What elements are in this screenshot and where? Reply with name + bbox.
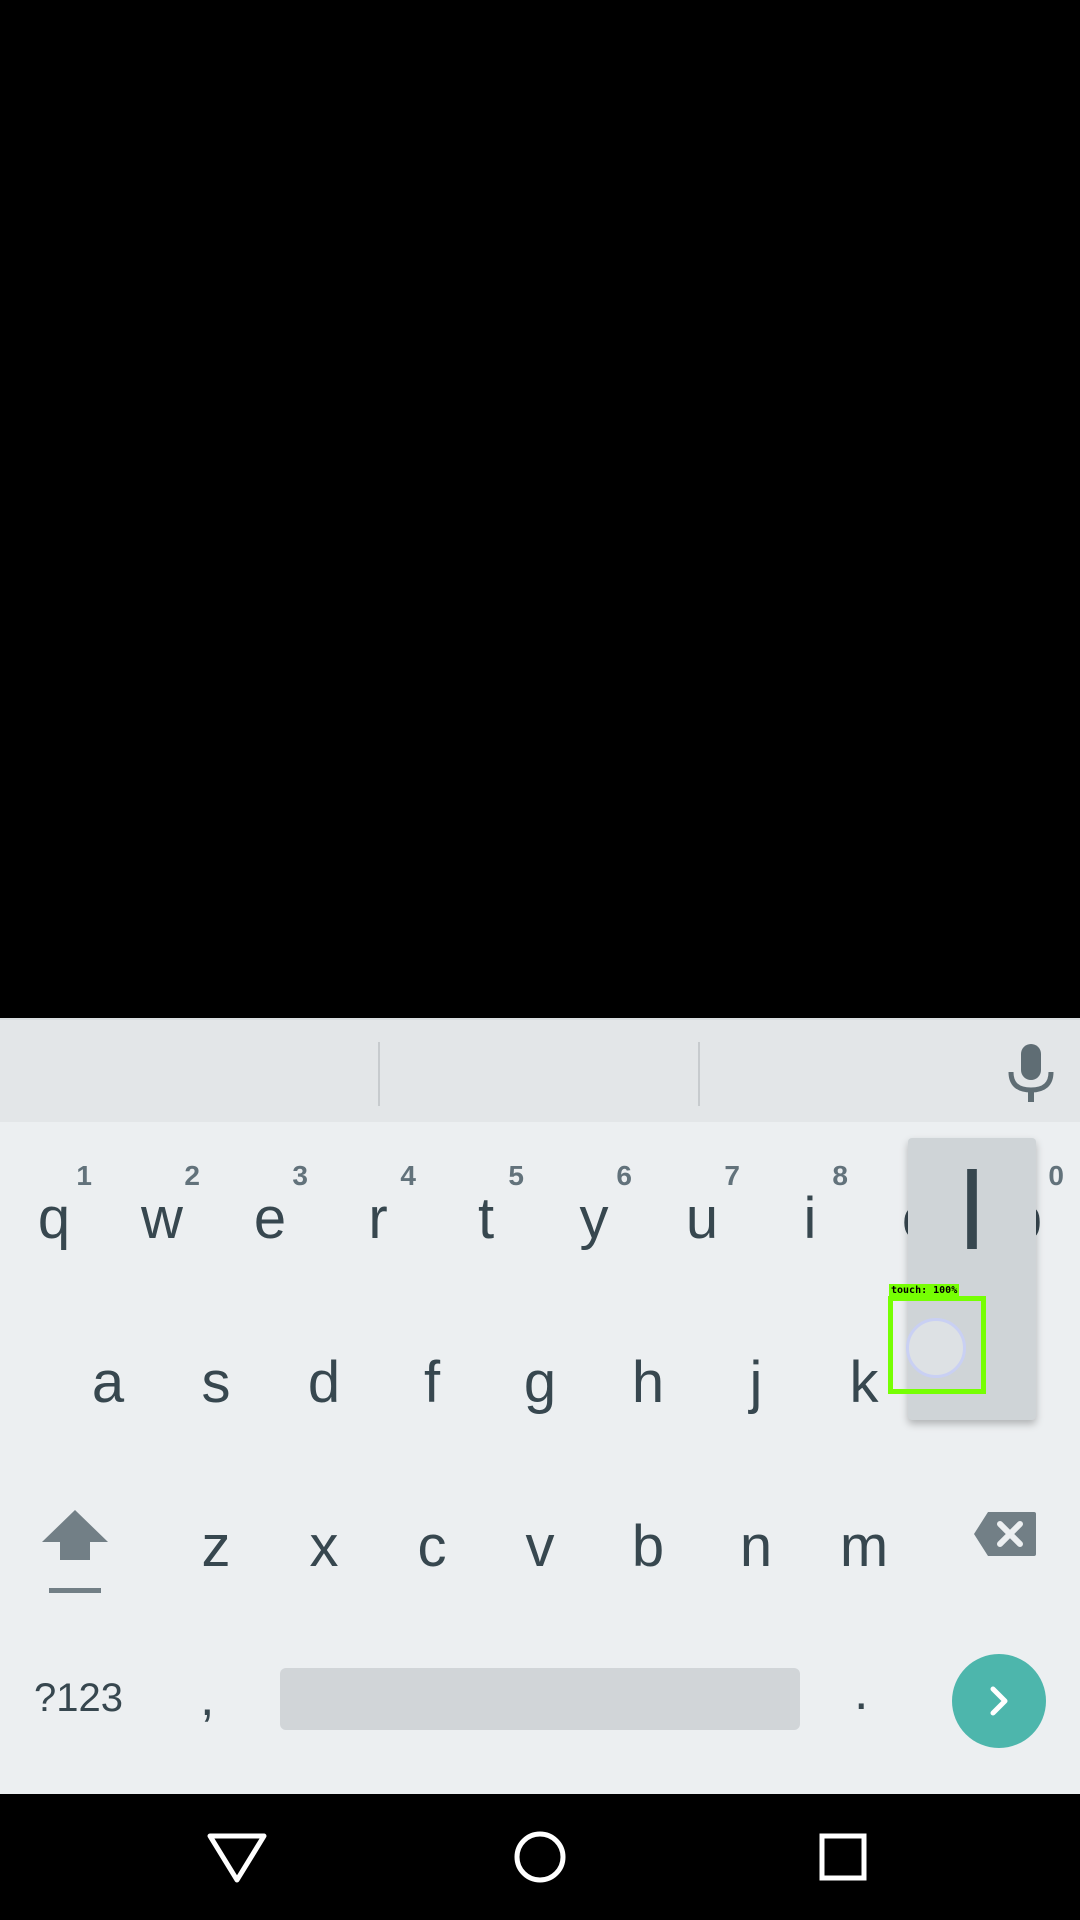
key-v[interactable]: v: [486, 1466, 594, 1616]
key-char: d: [307, 1350, 341, 1415]
key-i[interactable]: 8 i: [756, 1138, 864, 1288]
key-char: g: [523, 1350, 557, 1415]
comma-key[interactable]: ,: [200, 1668, 230, 1728]
shift-icon[interactable]: [40, 1506, 110, 1596]
key-a[interactable]: a: [54, 1302, 162, 1452]
key-t[interactable]: 5 t: [432, 1138, 540, 1288]
key-char: f: [423, 1350, 441, 1415]
suggestion-divider: [378, 1042, 380, 1106]
backspace-icon[interactable]: [972, 1510, 1038, 1558]
key-b[interactable]: b: [594, 1466, 702, 1616]
next-arrow-icon: [990, 1686, 1008, 1716]
recents-square-icon[interactable]: [810, 1824, 876, 1890]
key-char: y: [579, 1186, 609, 1251]
key-char: r: [368, 1186, 388, 1251]
key-f[interactable]: f: [378, 1302, 486, 1452]
touch-label: touch: 100%: [889, 1284, 960, 1298]
key-char: n: [739, 1514, 773, 1579]
key-q[interactable]: 1 q: [0, 1138, 108, 1288]
key-g[interactable]: g: [486, 1302, 594, 1452]
key-s[interactable]: s: [162, 1302, 270, 1452]
key-char: i: [803, 1186, 817, 1251]
back-triangle-icon[interactable]: [204, 1824, 270, 1890]
key-e[interactable]: 3 e: [216, 1138, 324, 1288]
key-n[interactable]: n: [702, 1466, 810, 1616]
key-j[interactable]: j: [702, 1302, 810, 1452]
app-content-area: [0, 0, 1080, 1018]
key-char: w: [141, 1186, 183, 1251]
symbols-key[interactable]: ?123: [34, 1676, 123, 1721]
key-char: u: [685, 1186, 719, 1251]
key-char: x: [309, 1514, 339, 1579]
key-char: j: [749, 1350, 763, 1415]
suggestion-strip: [0, 1018, 1080, 1122]
key-u[interactable]: 7 u: [648, 1138, 756, 1288]
key-m[interactable]: m: [810, 1466, 918, 1616]
period-key[interactable]: .: [854, 1662, 874, 1722]
mic-icon[interactable]: [1002, 1042, 1060, 1106]
key-char: a: [91, 1350, 125, 1415]
key-h[interactable]: h: [594, 1302, 702, 1452]
key-char: t: [477, 1186, 495, 1251]
key-z[interactable]: z: [162, 1466, 270, 1616]
key-c[interactable]: c: [378, 1466, 486, 1616]
key-y[interactable]: 6 y: [540, 1138, 648, 1288]
key-char: e: [253, 1186, 287, 1251]
touch-bounding-box: [888, 1296, 986, 1394]
key-r[interactable]: 4 r: [324, 1138, 432, 1288]
home-circle-icon[interactable]: [507, 1824, 573, 1890]
system-nav-bar: [0, 1794, 1080, 1920]
key-d[interactable]: d: [270, 1302, 378, 1452]
key-char: q: [37, 1186, 71, 1251]
space-bar[interactable]: [280, 1668, 800, 1730]
key-char: h: [631, 1350, 665, 1415]
popup-char: l: [959, 1150, 985, 1273]
key-x[interactable]: x: [270, 1466, 378, 1616]
key-char: c: [417, 1514, 447, 1579]
key-char: m: [839, 1514, 889, 1579]
key-char: s: [201, 1350, 231, 1415]
key-char: b: [631, 1514, 665, 1579]
key-char: z: [201, 1514, 231, 1579]
key-w[interactable]: 2 w: [108, 1138, 216, 1288]
enter-button[interactable]: [952, 1654, 1046, 1748]
suggestion-divider: [698, 1042, 700, 1106]
key-char: v: [525, 1514, 555, 1579]
